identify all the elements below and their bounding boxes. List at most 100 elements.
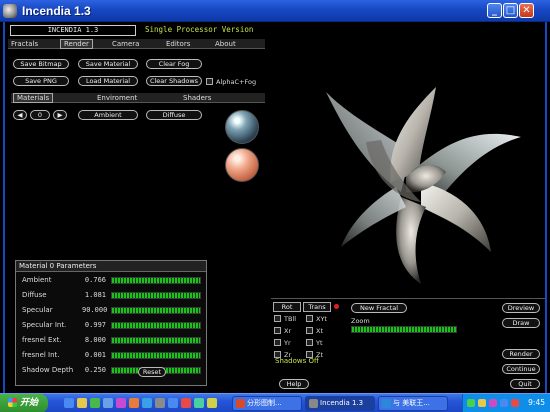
quicklaunch-app6-icon[interactable] (181, 398, 191, 408)
save-png-button[interactable]: Save PNG (13, 76, 69, 86)
quicklaunch-app2-icon[interactable] (129, 398, 139, 408)
save-material-button[interactable]: Save Material (78, 59, 138, 69)
param-label: Shadow Depth (22, 366, 74, 374)
start-button[interactable]: 开始 (0, 394, 48, 412)
new-fractal-button[interactable]: New Fractal (351, 303, 407, 313)
version-text: Single Processor Version (145, 25, 254, 34)
zoom-slider[interactable] (351, 326, 457, 333)
start-label: 开始 (20, 398, 39, 408)
rot-option-checkbox[interactable] (274, 315, 281, 322)
tray-icon[interactable] (467, 399, 475, 407)
tab-shaders[interactable]: Shaders (183, 94, 211, 102)
quicklaunch-desktop-icon[interactable] (103, 398, 113, 408)
menu-render[interactable]: Render (60, 39, 93, 49)
quicklaunch-app4-icon[interactable] (155, 398, 165, 408)
taskbar: 开始 分形图制... Incendia 1.3 与 美联王... 9:45 (0, 393, 550, 412)
trans-option-checkbox[interactable] (306, 315, 313, 322)
param-row: Specular 90.000 (16, 305, 206, 316)
param-label: fresnel Ext. (22, 336, 62, 344)
reset-button[interactable]: Reset (138, 367, 166, 377)
draw-button[interactable]: Draw (502, 318, 540, 328)
app-icon (3, 4, 17, 18)
tray-icon[interactable] (511, 399, 519, 407)
quicklaunch-app-icon[interactable] (90, 398, 100, 408)
tab-materials[interactable]: Materials (13, 93, 54, 103)
taskbar-item[interactable]: Incendia 1.3 (305, 396, 375, 411)
continue-button[interactable]: Continue (502, 364, 540, 374)
task-label: 分形图制... (247, 399, 282, 407)
prev-material-button[interactable]: ◀ (13, 110, 27, 120)
tab-enviroment[interactable]: Enviroment (97, 94, 137, 102)
system-tray: 9:45 (462, 394, 550, 412)
render-button[interactable]: Render (502, 349, 540, 359)
window-title: Incendia 1.3 (22, 4, 91, 18)
param-slider[interactable] (111, 307, 201, 314)
diffuse-color-button[interactable]: Diffuse (146, 110, 202, 120)
menu-about[interactable]: About (215, 40, 236, 48)
param-value: 0.250 (84, 366, 106, 374)
clear-shadows-button[interactable]: Clear Shadows (146, 76, 202, 86)
param-row: fresnel Ext. 8.000 (16, 335, 206, 346)
parameters-title: Material 0 Parameters (16, 261, 206, 272)
app-client-area: INCENDIA 1.3 Single Processor Version Fr… (3, 22, 547, 393)
task-app-icon (309, 399, 318, 408)
tray-icon[interactable] (500, 399, 508, 407)
zoom-label: Zoom (351, 317, 370, 325)
ambient-color-button[interactable]: Ambient (78, 110, 138, 120)
save-bitmap-button[interactable]: Save Bitmap (13, 59, 69, 69)
clear-fog-button[interactable]: Clear Fog (146, 59, 202, 69)
rot-tab[interactable]: Rot (273, 302, 301, 312)
menu-camera[interactable]: Camera (112, 40, 139, 48)
help-button[interactable]: Help (279, 379, 309, 389)
param-slider[interactable] (111, 277, 201, 284)
quicklaunch-folder-icon[interactable] (77, 398, 87, 408)
dreview-button[interactable]: Dreview (502, 303, 540, 313)
app-label: INCENDIA 1.3 (10, 25, 136, 36)
trans-tab[interactable]: Trans (303, 302, 331, 312)
rot-option-label: Yr (284, 339, 291, 347)
rot-option-label: Xr (284, 327, 292, 335)
task-app-icon (382, 399, 391, 408)
quicklaunch-app3-icon[interactable] (142, 398, 152, 408)
diffuse-preview-sphere (225, 148, 259, 182)
rot-option-checkbox[interactable] (274, 339, 281, 346)
quicklaunch-app8-icon[interactable] (207, 398, 217, 408)
quicklaunch-app7-icon[interactable] (194, 398, 204, 408)
param-slider[interactable] (111, 322, 201, 329)
material-preview-sphere (225, 110, 259, 144)
param-slider[interactable] (111, 337, 201, 344)
minimize-button[interactable]: _ (487, 3, 502, 18)
next-material-button[interactable]: ▶ (53, 110, 67, 120)
param-value: 90.000 (82, 306, 108, 314)
trans-option-label: Yt (316, 339, 323, 347)
taskbar-item[interactable]: 与 美联王... (378, 396, 448, 411)
rot-option-checkbox[interactable] (274, 327, 281, 334)
windows-flag-icon (8, 398, 17, 407)
title-bar: Incendia 1.3 _ □ ✕ (0, 0, 550, 22)
param-label: Ambient (22, 276, 52, 284)
param-value: 1.081 (84, 291, 106, 299)
tray-icon[interactable] (478, 399, 486, 407)
close-button[interactable]: ✕ (519, 3, 534, 18)
maximize-button[interactable]: □ (503, 3, 518, 18)
quicklaunch-media-icon[interactable] (116, 398, 126, 408)
quit-button[interactable]: Quit (510, 379, 540, 389)
tray-icon[interactable] (489, 399, 497, 407)
menu-fractals[interactable]: Fractals (11, 40, 38, 48)
param-value: 0.766 (84, 276, 106, 284)
trans-option-checkbox[interactable] (306, 339, 313, 346)
trans-option-checkbox[interactable] (306, 327, 313, 334)
menu-editors[interactable]: Editors (166, 40, 190, 48)
param-value: 0.997 (84, 321, 106, 329)
param-slider[interactable] (111, 352, 201, 359)
quicklaunch-app5-icon[interactable] (168, 398, 178, 408)
task-app-icon (236, 399, 245, 408)
red-indicator-icon (334, 304, 339, 309)
render-viewport[interactable] (271, 22, 545, 298)
param-row: Specular Int. 0.997 (16, 320, 206, 331)
quicklaunch-ie-icon[interactable] (64, 398, 74, 408)
alphac-fog-checkbox[interactable] (206, 78, 213, 85)
taskbar-item[interactable]: 分形图制... (232, 396, 302, 411)
load-material-button[interactable]: Load Material (78, 76, 138, 86)
param-slider[interactable] (111, 292, 201, 299)
